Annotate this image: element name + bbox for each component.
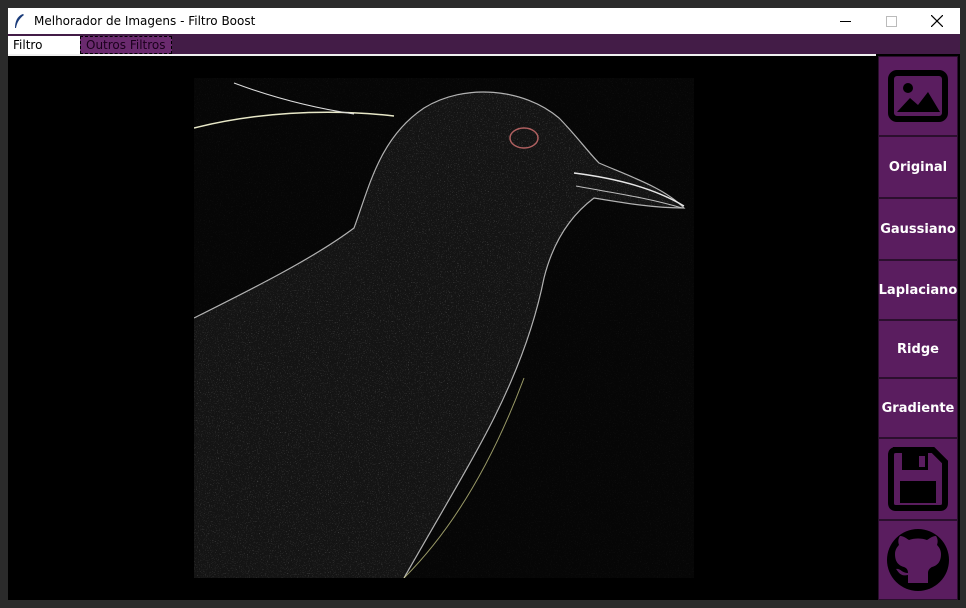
tab-bar: Filtro Boost Outros Filtros xyxy=(8,34,960,70)
window-bottom-edge xyxy=(0,600,966,608)
github-icon xyxy=(887,529,949,591)
close-button[interactable] xyxy=(914,8,960,34)
maximize-icon xyxy=(885,15,897,27)
feather-icon xyxy=(15,14,24,28)
gradiente-button[interactable]: Gradiente xyxy=(878,378,958,438)
ridge-button[interactable]: Ridge xyxy=(878,320,958,378)
main-content: Original Gaussiano Laplaciano Ridge Grad… xyxy=(8,54,960,600)
save-icon xyxy=(888,447,948,511)
close-icon xyxy=(931,15,943,27)
app-window: Melhorador de Imagens - Filtro Boost Fil… xyxy=(0,0,966,608)
laplaciano-label: Laplaciano xyxy=(878,282,958,298)
open-image-button[interactable] xyxy=(878,56,958,136)
tab-filtro-boost[interactable]: Filtro Boost xyxy=(8,36,80,70)
gaussiano-button[interactable]: Gaussiano xyxy=(878,198,958,260)
filtered-image xyxy=(193,78,694,579)
gradiente-label: Gradiente xyxy=(881,400,955,416)
bird-edge-image xyxy=(193,78,694,579)
laplaciano-button[interactable]: Laplaciano xyxy=(878,260,958,320)
tab-outros-filtros[interactable]: Outros Filtros xyxy=(80,36,172,54)
github-button[interactable] xyxy=(878,520,958,600)
image-canvas xyxy=(8,54,876,600)
save-button[interactable] xyxy=(878,438,958,520)
gaussiano-label: Gaussiano xyxy=(880,221,956,237)
ridge-label: Ridge xyxy=(897,341,939,357)
original-button[interactable]: Original xyxy=(878,136,958,198)
original-label: Original xyxy=(888,159,948,175)
minimize-button[interactable] xyxy=(822,8,868,34)
sidebar: Original Gaussiano Laplaciano Ridge Grad… xyxy=(878,54,960,600)
title-bar[interactable]: Melhorador de Imagens - Filtro Boost xyxy=(8,8,960,34)
maximize-button[interactable] xyxy=(868,8,914,34)
window-title: Melhorador de Imagens - Filtro Boost xyxy=(34,14,256,28)
image-icon xyxy=(888,70,948,122)
minimize-icon xyxy=(839,20,851,22)
